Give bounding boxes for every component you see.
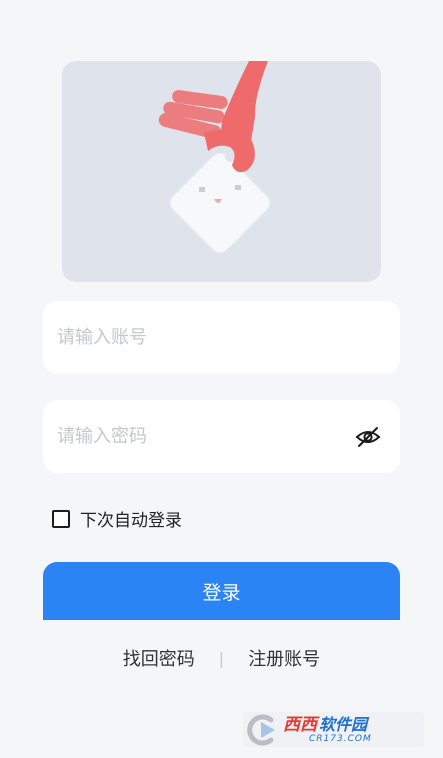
hand-holding-tag-illustration [158, 61, 271, 254]
login-button[interactable]: 登录 [43, 562, 400, 620]
account-field[interactable] [43, 301, 400, 374]
login-illustration [62, 61, 381, 282]
password-field[interactable] [43, 400, 400, 473]
eye-slash-icon[interactable] [354, 423, 382, 451]
register-link[interactable]: 注册账号 [248, 645, 320, 671]
watermark-brand-blue: 软件园 [319, 714, 368, 734]
find-password-link[interactable]: 找回密码 [123, 645, 195, 671]
watermark-logo-icon [243, 712, 283, 747]
links-separator: | [218, 648, 225, 668]
watermark-url: CR173.COM [309, 733, 372, 744]
footer-links: 找回密码 | 注册账号 [0, 645, 443, 671]
account-input[interactable] [57, 301, 386, 374]
auto-login-option[interactable]: 下次自动登录 [52, 506, 182, 531]
password-input[interactable] [57, 400, 354, 473]
auto-login-label: 下次自动登录 [80, 511, 182, 531]
site-watermark: 西西 软件园 CR173.COM [243, 712, 424, 747]
watermark-brand-red: 西西 [283, 714, 317, 735]
auto-login-checkbox[interactable] [52, 509, 70, 528]
